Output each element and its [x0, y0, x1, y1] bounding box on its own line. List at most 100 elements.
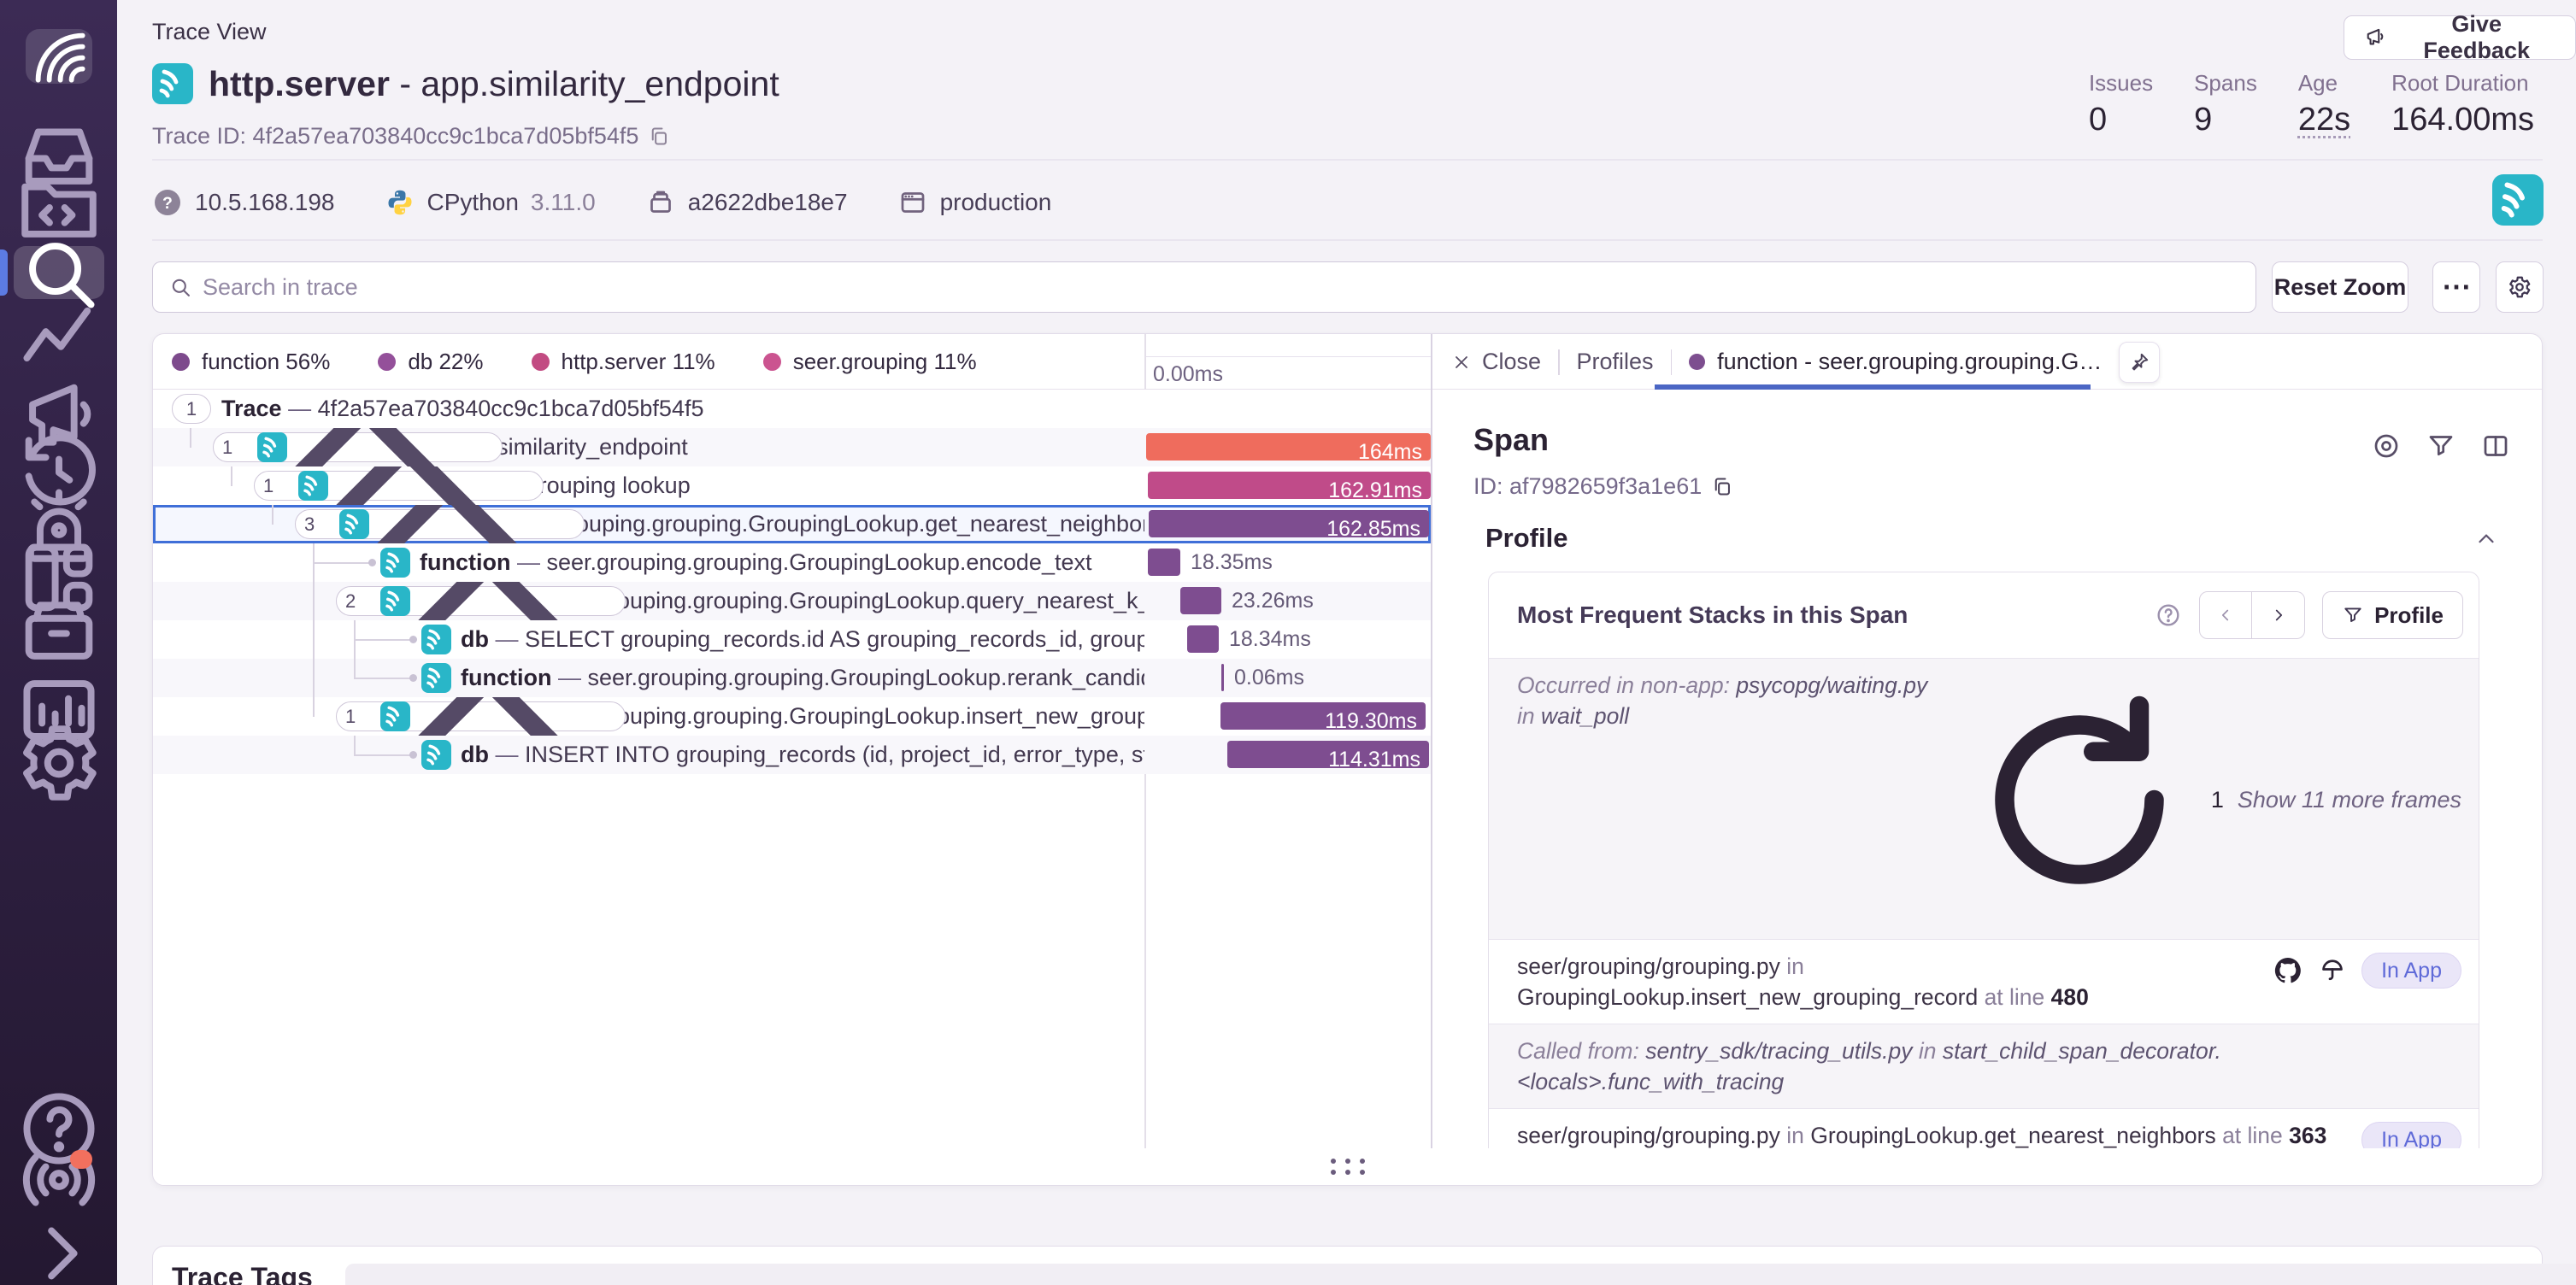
prev-stack-button[interactable] — [2199, 591, 2252, 639]
span-id: ID: af7982659f3a1e61 — [1473, 473, 1733, 500]
sidebar-item-explore-search[interactable] — [14, 246, 104, 299]
span-count: 3 — [304, 513, 315, 536]
span-duration-bar[interactable]: 119.30ms — [1220, 702, 1426, 730]
stack-frame-row[interactable]: seer/grouping/grouping.py in GroupingLoo… — [1489, 1108, 2479, 1150]
profile-button[interactable]: Profile — [2322, 591, 2463, 639]
tree-connector — [272, 505, 273, 525]
span-count-chip[interactable]: 1 — [336, 701, 626, 731]
give-feedback-button[interactable]: Give Feedback — [2344, 15, 2576, 60]
copy-icon[interactable] — [1710, 475, 1733, 498]
sentry-logo[interactable] — [26, 29, 92, 84]
span-count-chip[interactable]: 1 — [172, 394, 211, 424]
meta-divider — [152, 239, 2543, 241]
stack-context-row: Occurred in non-app: psycopg/waiting.py … — [1489, 658, 2479, 939]
span-duration-bar[interactable]: 162.85ms — [1149, 510, 1429, 537]
stat-label: Spans — [2194, 70, 2257, 97]
next-stack-button[interactable] — [2252, 591, 2305, 639]
stat-label: Issues — [2089, 70, 2153, 97]
pin-tab-button[interactable] — [2119, 342, 2160, 383]
tree-connector-dot — [409, 674, 417, 682]
axis-zero-label: 0.00ms — [1153, 362, 1223, 387]
more-options-button[interactable]: ⋯ — [2432, 261, 2480, 313]
stack-frames-list: Occurred in non-app: psycopg/waiting.py … — [1489, 658, 2479, 1150]
drag-handle[interactable] — [1331, 1159, 1367, 1175]
span-tree-row[interactable]: 1http.server — app.similarity_endpoint16… — [153, 428, 1431, 466]
sidebar-item-broadcast[interactable] — [14, 1153, 104, 1206]
span-tree-row[interactable]: db — SELECT grouping_records.id AS group… — [153, 620, 1431, 659]
span-count-chip[interactable]: 2 — [336, 586, 626, 616]
span-tree-row[interactable]: 1function — seer.grouping.grouping.Group… — [153, 697, 1431, 736]
span-count-chip[interactable]: 1 — [213, 432, 503, 462]
span-duration-bar[interactable] — [1221, 664, 1224, 691]
span-duration-bar[interactable]: 164ms — [1146, 433, 1431, 461]
trace-settings-button[interactable] — [2496, 261, 2544, 313]
profile-button-label: Profile — [2374, 602, 2444, 629]
span-row-content: db — INSERT INTO grouping_records (id, p… — [153, 736, 1144, 774]
span-duration-bar[interactable] — [1187, 625, 1219, 653]
search-input[interactable] — [203, 274, 2240, 301]
seer-span-icon — [421, 740, 451, 770]
profiles-tab[interactable]: Profiles — [1577, 349, 1654, 375]
legend-item-seer-grouping: seer.grouping 11% — [763, 349, 977, 375]
span-tree-row[interactable]: 2function — seer.grouping.grouping.Group… — [153, 582, 1431, 620]
funnel-icon[interactable] — [2426, 431, 2456, 461]
github-icon[interactable] — [2273, 955, 2303, 986]
chevron-up-icon[interactable] — [2473, 526, 2499, 552]
sidebar-item-releases-archive[interactable] — [14, 603, 104, 656]
frequent-stacks-card: Most Frequent Stacks in this Span Profil… — [1488, 572, 2479, 1150]
span-duration-bar[interactable]: 114.31ms — [1227, 741, 1429, 768]
span-row-content: 1seer.grouping — grouping lookup — [153, 466, 1144, 505]
span-count: 2 — [345, 590, 356, 613]
duration-label: 23.26ms — [1232, 582, 1314, 620]
span-tree-row[interactable]: function — seer.grouping.grouping.Groupi… — [153, 543, 1431, 582]
span-count-chip[interactable]: 1 — [254, 471, 544, 501]
columns-layout-icon[interactable] — [2480, 431, 2511, 461]
copy-icon[interactable] — [647, 125, 670, 148]
legend-dot — [532, 353, 550, 371]
seer-span-icon — [339, 509, 369, 539]
meta-tag-value: a2622dbe18e7 — [688, 189, 848, 216]
browser-window-icon — [897, 187, 928, 218]
seer-span-icon — [421, 663, 451, 693]
seer-project-icon[interactable] — [2492, 174, 2544, 226]
trace-title-sep: - — [390, 64, 421, 103]
duration-label: 164ms — [1358, 438, 1422, 466]
span-heading: Span — [1473, 422, 1549, 458]
span-tree-row[interactable]: 1seer.grouping — grouping lookup162.91ms — [153, 466, 1431, 505]
span-tree-row[interactable]: 3function — seer.grouping.grouping.Group… — [153, 505, 1431, 543]
megaphone-icon — [2363, 26, 2386, 50]
active-span-tab[interactable]: function - seer.grouping.grouping.G… — [1689, 349, 2102, 375]
chevron-right-icon — [2269, 606, 2288, 625]
seer-span-icon — [380, 548, 410, 578]
reset-zoom-button[interactable]: Reset Zoom — [2272, 261, 2408, 313]
stat-value[interactable]: 22s — [2298, 102, 2350, 138]
span-tree-row[interactable]: function — seer.grouping.grouping.Groupi… — [153, 659, 1431, 697]
sidebar-item-traces-line-chart[interactable] — [14, 313, 104, 366]
close-tab[interactable]: Close — [1451, 349, 1541, 375]
seer-umbrella-icon[interactable] — [2317, 955, 2348, 986]
sidebar-item-projects-folder[interactable] — [14, 181, 104, 234]
svg-text:?: ? — [162, 194, 173, 213]
span-tree-row[interactable]: 1Trace — 4f2a57ea703840cc9c1bca7d05bf54f… — [153, 390, 1431, 428]
span-row-content: function — seer.grouping.grouping.Groupi… — [153, 659, 1144, 697]
seer-glyph — [421, 625, 451, 654]
sidebar-item-settings-gear[interactable] — [14, 736, 104, 789]
sidebar-item-collapse-chevron[interactable] — [14, 1227, 104, 1280]
target-icon[interactable] — [2371, 431, 2402, 461]
stack-frame-row[interactable]: seer/grouping/grouping.py in GroupingLoo… — [1489, 939, 2479, 1024]
page-title: Trace View — [152, 19, 267, 45]
show-more-frames-link[interactable]: Show 11 more frames — [2238, 787, 2461, 813]
span-count-chip[interactable]: 3 — [295, 509, 585, 539]
gear-icon — [2507, 274, 2532, 300]
stat-label: Age — [2298, 70, 2350, 97]
span-panel-actions — [2371, 431, 2511, 461]
span-duration-bar[interactable]: 162.91ms — [1148, 472, 1431, 499]
span-row-content: 1function — seer.grouping.grouping.Group… — [153, 697, 1144, 736]
help-circle-icon[interactable] — [2155, 601, 2182, 629]
span-duration-bar[interactable] — [1180, 587, 1221, 614]
span-tree-row[interactable]: db — INSERT INTO grouping_records (id, p… — [153, 736, 1431, 774]
span-duration-cell: 0.06ms — [1144, 659, 1431, 697]
seer-brand-icon — [152, 63, 193, 104]
span-duration-bar[interactable] — [1148, 549, 1180, 576]
tree-connector — [231, 466, 232, 486]
